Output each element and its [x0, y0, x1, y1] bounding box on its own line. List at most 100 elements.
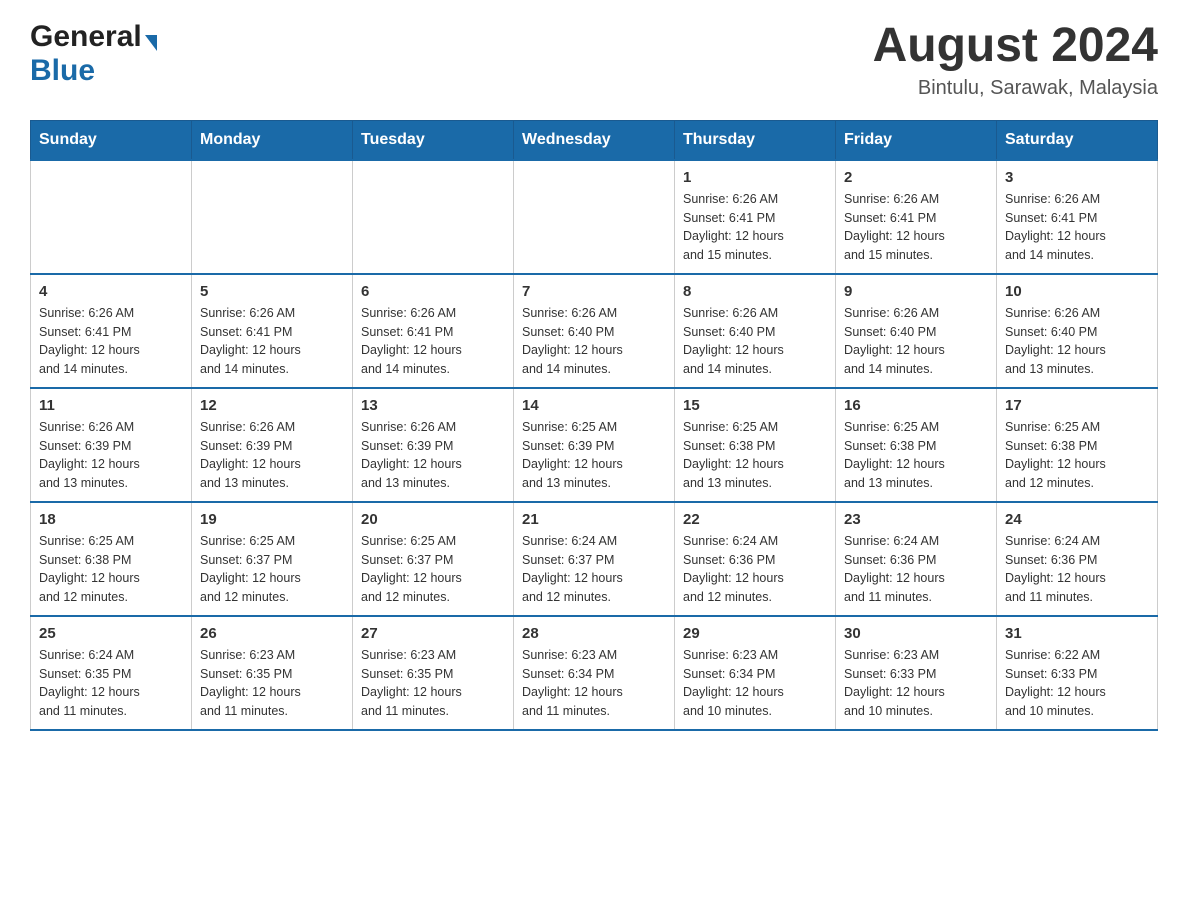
page-header: General Blue August 2024 Bintulu, Sarawa…: [30, 20, 1158, 100]
calendar-cell: 9Sunrise: 6:26 AMSunset: 6:40 PMDaylight…: [836, 274, 997, 388]
weekday-header-sunday: Sunday: [31, 120, 192, 160]
calendar-cell: 13 Sunrise: 6:26 AMSunset: 6:39 PMDayligh…: [353, 388, 514, 502]
day-info: Sunrise: 6:26 AMSunset: 6:40 PMDaylight:…: [683, 304, 827, 379]
day-info: Sunrise: 6:26 AMSunset: 6:39 PMDaylight:…: [200, 418, 344, 493]
calendar-cell: 5Sunrise: 6:26 AMSunset: 6:41 PMDaylight…: [192, 274, 353, 388]
weekday-header-saturday: Saturday: [997, 120, 1158, 160]
day-number: 24: [1005, 511, 1149, 528]
day-info: Sunrise: 6:26 AMSunset: 6:41 PMDaylight:…: [683, 190, 827, 265]
day-info: Sunrise: 6:26 AMSunset: 6:40 PMDaylight:…: [1005, 304, 1149, 379]
day-info: Sunrise: 6:26 AMSunset: 6:39 PMDaylight:…: [39, 418, 183, 493]
day-number: 17: [1005, 397, 1149, 414]
logo-general-text: General: [30, 20, 142, 54]
day-info: Sunrise: 6:24 AMSunset: 6:36 PMDaylight:…: [683, 532, 827, 607]
calendar-cell: 10Sunrise: 6:26 AMSunset: 6:40 PMDayligh…: [997, 274, 1158, 388]
week-row-2: 4 Sunrise: 6:26 AMSunset: 6:41 PMDaylight…: [31, 274, 1158, 388]
calendar-cell: 12 Sunrise: 6:26 AMSunset: 6:39 PMDayligh…: [192, 388, 353, 502]
day-number: 16: [844, 397, 988, 414]
logo: General Blue: [30, 20, 157, 88]
day-info: Sunrise: 6:23 AMSunset: 6:34 PMDaylight:…: [683, 646, 827, 721]
day-info: Sunrise: 6:23 AMSunset: 6:34 PMDaylight:…: [522, 646, 666, 721]
day-number: 21: [522, 511, 666, 528]
day-info: Sunrise: 6:24 AMSunset: 6:37 PMDaylight:…: [522, 532, 666, 607]
calendar-cell: 7 Sunrise: 6:26 AMSunset: 6:40 PMDaylight…: [514, 274, 675, 388]
calendar-cell: 28 Sunrise: 6:23 AMSunset: 6:34 PMDayligh…: [514, 616, 675, 730]
day-number: 1: [683, 169, 827, 186]
day-number: 26: [200, 625, 344, 642]
logo-blue-text: Blue: [30, 54, 95, 88]
day-info: Sunrise: 6:26 AMSunset: 6:39 PMDaylight:…: [361, 418, 505, 493]
calendar-cell: 16 Sunrise: 6:25 AMSunset: 6:38 PMDayligh…: [836, 388, 997, 502]
month-year-title: August 2024: [873, 20, 1158, 73]
calendar-cell: 2 Sunrise: 6:26 AMSunset: 6:41 PMDaylight…: [836, 160, 997, 274]
day-number: 31: [1005, 625, 1149, 642]
calendar-cell: 29Sunrise: 6:23 AMSunset: 6:34 PMDayligh…: [675, 616, 836, 730]
day-info: Sunrise: 6:26 AMSunset: 6:41 PMDaylight:…: [844, 190, 988, 265]
day-number: 4: [39, 283, 183, 300]
day-number: 20: [361, 511, 505, 528]
calendar-cell: 21 Sunrise: 6:24 AMSunset: 6:37 PMDayligh…: [514, 502, 675, 616]
day-number: 2: [844, 169, 988, 186]
calendar-cell: [514, 160, 675, 274]
day-info: Sunrise: 6:26 AMSunset: 6:41 PMDaylight:…: [361, 304, 505, 379]
day-info: Sunrise: 6:25 AMSunset: 6:37 PMDaylight:…: [361, 532, 505, 607]
day-info: Sunrise: 6:23 AMSunset: 6:35 PMDaylight:…: [361, 646, 505, 721]
day-number: 7: [522, 283, 666, 300]
day-info: Sunrise: 6:22 AMSunset: 6:33 PMDaylight:…: [1005, 646, 1149, 721]
calendar-cell: 17 Sunrise: 6:25 AMSunset: 6:38 PMDayligh…: [997, 388, 1158, 502]
calendar-cell: 4 Sunrise: 6:26 AMSunset: 6:41 PMDaylight…: [31, 274, 192, 388]
weekday-header-row: SundayMondayTuesdayWednesdayThursdayFrid…: [31, 120, 1158, 160]
calendar-cell: 31 Sunrise: 6:22 AMSunset: 6:33 PMDayligh…: [997, 616, 1158, 730]
calendar-cell: 8 Sunrise: 6:26 AMSunset: 6:40 PMDaylight…: [675, 274, 836, 388]
calendar-cell: 30 Sunrise: 6:23 AMSunset: 6:33 PMDayligh…: [836, 616, 997, 730]
calendar-cell: 22 Sunrise: 6:24 AMSunset: 6:36 PMDayligh…: [675, 502, 836, 616]
day-number: 28: [522, 625, 666, 642]
day-info: Sunrise: 6:25 AMSunset: 6:39 PMDaylight:…: [522, 418, 666, 493]
day-number: 25: [39, 625, 183, 642]
day-info: Sunrise: 6:25 AMSunset: 6:38 PMDaylight:…: [683, 418, 827, 493]
location-text: Bintulu, Sarawak, Malaysia: [873, 77, 1158, 100]
calendar-cell: 26 Sunrise: 6:23 AMSunset: 6:35 PMDayligh…: [192, 616, 353, 730]
day-info: Sunrise: 6:23 AMSunset: 6:35 PMDaylight:…: [200, 646, 344, 721]
calendar-cell: 6 Sunrise: 6:26 AMSunset: 6:41 PMDaylight…: [353, 274, 514, 388]
day-info: Sunrise: 6:26 AMSunset: 6:40 PMDaylight:…: [522, 304, 666, 379]
week-row-3: 11Sunrise: 6:26 AMSunset: 6:39 PMDayligh…: [31, 388, 1158, 502]
calendar-cell: 11Sunrise: 6:26 AMSunset: 6:39 PMDayligh…: [31, 388, 192, 502]
title-block: August 2024 Bintulu, Sarawak, Malaysia: [873, 20, 1158, 100]
calendar-cell: [192, 160, 353, 274]
day-info: Sunrise: 6:24 AMSunset: 6:35 PMDaylight:…: [39, 646, 183, 721]
calendar-cell: 18Sunrise: 6:25 AMSunset: 6:38 PMDayligh…: [31, 502, 192, 616]
day-info: Sunrise: 6:25 AMSunset: 6:38 PMDaylight:…: [39, 532, 183, 607]
week-row-1: 1 Sunrise: 6:26 AMSunset: 6:41 PMDaylight…: [31, 160, 1158, 274]
day-number: 8: [683, 283, 827, 300]
day-number: 15: [683, 397, 827, 414]
day-info: Sunrise: 6:23 AMSunset: 6:33 PMDaylight:…: [844, 646, 988, 721]
weekday-header-wednesday: Wednesday: [514, 120, 675, 160]
day-info: Sunrise: 6:24 AMSunset: 6:36 PMDaylight:…: [844, 532, 988, 607]
calendar-cell: 20 Sunrise: 6:25 AMSunset: 6:37 PMDayligh…: [353, 502, 514, 616]
day-info: Sunrise: 6:25 AMSunset: 6:37 PMDaylight:…: [200, 532, 344, 607]
day-number: 12: [200, 397, 344, 414]
weekday-header-friday: Friday: [836, 120, 997, 160]
calendar-cell: 19Sunrise: 6:25 AMSunset: 6:37 PMDayligh…: [192, 502, 353, 616]
calendar-cell: [353, 160, 514, 274]
calendar-table: SundayMondayTuesdayWednesdayThursdayFrid…: [30, 120, 1158, 731]
day-number: 6: [361, 283, 505, 300]
calendar-cell: 15 Sunrise: 6:25 AMSunset: 6:38 PMDayligh…: [675, 388, 836, 502]
logo-arrow-icon: [145, 35, 157, 51]
weekday-header-tuesday: Tuesday: [353, 120, 514, 160]
day-info: Sunrise: 6:26 AMSunset: 6:40 PMDaylight:…: [844, 304, 988, 379]
day-info: Sunrise: 6:25 AMSunset: 6:38 PMDaylight:…: [1005, 418, 1149, 493]
day-info: Sunrise: 6:26 AMSunset: 6:41 PMDaylight:…: [200, 304, 344, 379]
day-number: 30: [844, 625, 988, 642]
day-number: 23: [844, 511, 988, 528]
day-info: Sunrise: 6:25 AMSunset: 6:38 PMDaylight:…: [844, 418, 988, 493]
day-number: 3: [1005, 169, 1149, 186]
week-row-4: 18Sunrise: 6:25 AMSunset: 6:38 PMDayligh…: [31, 502, 1158, 616]
calendar-cell: 25 Sunrise: 6:24 AMSunset: 6:35 PMDayligh…: [31, 616, 192, 730]
weekday-header-thursday: Thursday: [675, 120, 836, 160]
day-number: 22: [683, 511, 827, 528]
day-number: 13: [361, 397, 505, 414]
calendar-cell: 27Sunrise: 6:23 AMSunset: 6:35 PMDayligh…: [353, 616, 514, 730]
day-info: Sunrise: 6:26 AMSunset: 6:41 PMDaylight:…: [39, 304, 183, 379]
